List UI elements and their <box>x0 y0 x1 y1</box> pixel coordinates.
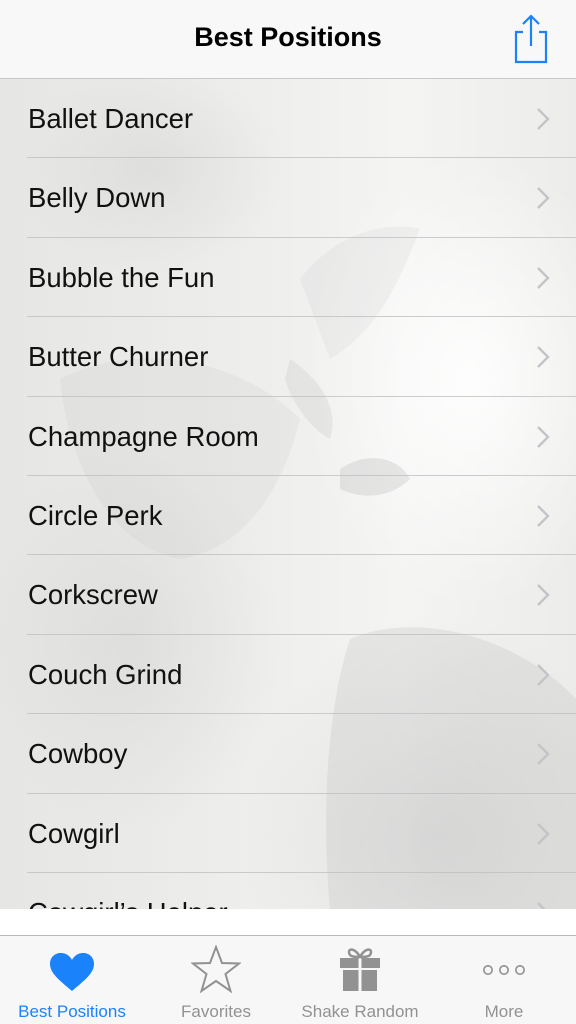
chevron-right-icon <box>537 584 550 607</box>
more-dots-icon <box>483 965 525 975</box>
tab-label: More <box>484 1002 524 1021</box>
list-item[interactable]: Cowgirl <box>0 794 576 873</box>
list-item[interactable]: Circle Perk <box>0 476 576 556</box>
tab-label: Best Positions <box>18 1002 126 1021</box>
list-item-label: Cowgirl <box>28 817 120 849</box>
chevron-right-icon <box>537 187 550 210</box>
list-item[interactable]: Cowgirl’s Helper <box>0 873 576 909</box>
tab-shake-random[interactable]: Shake Random <box>288 936 432 1024</box>
list-item-label: Belly Down <box>28 182 166 214</box>
share-icon <box>514 14 548 64</box>
list-item[interactable]: Champagne Room <box>0 397 576 476</box>
list-item[interactable]: Belly Down <box>0 158 576 238</box>
chevron-right-icon <box>537 902 546 909</box>
chevron-right-icon <box>537 425 550 448</box>
list-item-label: Couch Grind <box>28 658 183 690</box>
list-item[interactable]: Corkscrew <box>0 555 576 635</box>
tab-label: Shake Random <box>301 1002 419 1021</box>
gift-icon <box>340 948 380 991</box>
list-item-label: Cowgirl’s Helper <box>28 873 228 909</box>
list-item-label: Corkscrew <box>28 579 158 611</box>
tab-best-positions[interactable]: Best Positions <box>0 936 144 1024</box>
page-title: Best Positions <box>194 22 382 52</box>
chevron-right-icon <box>537 505 550 527</box>
list-item[interactable]: Cowboy <box>0 714 576 794</box>
star-icon <box>191 945 241 993</box>
tab-bar: Best Positions Favorites Shake Random Mo… <box>0 935 576 1024</box>
list-item[interactable]: Butter Churner <box>0 317 576 397</box>
screen: Best Positions Ballet Dancer Belly Down … <box>0 0 576 1024</box>
tab-favorites[interactable]: Favorites <box>144 936 288 1024</box>
chevron-right-icon <box>537 663 550 686</box>
navigation-bar: Best Positions <box>0 0 576 79</box>
chevron-right-icon <box>537 266 550 289</box>
list-item-label: Circle Perk <box>28 499 163 531</box>
tab-label: Favorites <box>181 1002 251 1021</box>
list-item[interactable]: Bubble the Fun <box>0 238 576 318</box>
list-item[interactable]: Couch Grind <box>0 635 576 715</box>
list-item-label: Bubble the Fun <box>28 261 215 293</box>
share-button[interactable] <box>510 12 550 64</box>
list-item-label: Ballet Dancer <box>28 103 194 134</box>
list-item-label: Butter Churner <box>28 341 209 373</box>
chevron-right-icon <box>537 822 550 845</box>
list-item[interactable]: Ballet Dancer <box>0 79 576 159</box>
chevron-right-icon <box>537 346 550 369</box>
list-item-label: Cowboy <box>28 738 128 770</box>
heart-icon <box>50 953 94 991</box>
chevron-right-icon <box>537 743 550 765</box>
tab-more[interactable]: More <box>432 936 576 1024</box>
positions-list: Ballet Dancer Belly Down Bubble the Fun … <box>0 79 576 909</box>
list-item-label: Champagne Room <box>28 420 259 452</box>
chevron-right-icon <box>537 108 550 130</box>
